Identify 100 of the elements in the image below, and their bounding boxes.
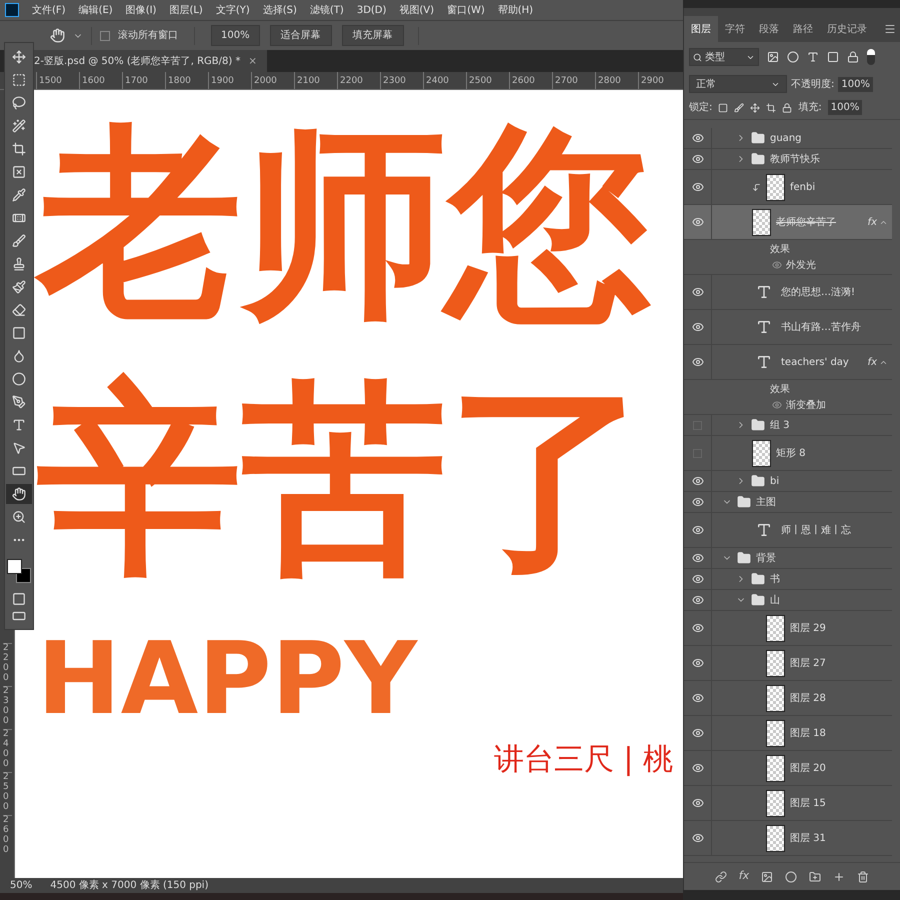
ruler-label: 2100: [294, 72, 337, 89]
zoom-field[interactable]: 100%: [211, 25, 260, 46]
layer-name: 图层 28: [790, 692, 826, 706]
layer-row[interactable]: 教师节快乐: [684, 149, 892, 170]
layer-name: 图层 15: [790, 796, 826, 810]
layer-row[interactable]: 图层 31: [684, 821, 892, 856]
effect-name[interactable]: 外发光: [786, 258, 816, 272]
layer-row[interactable]: 书山有路…苦作舟: [684, 310, 892, 345]
layer-name: 矩形 8: [776, 446, 806, 460]
ruler-label: 2000: [251, 72, 294, 89]
menu-item[interactable]: 帮助(H): [498, 2, 534, 18]
checkbox-label: 滚动所有窗口: [118, 28, 178, 43]
close-tab[interactable]: ×: [248, 54, 257, 68]
layer-name: 师丨恩丨难丨忘: [781, 524, 851, 538]
layer-row[interactable]: bi: [684, 471, 892, 492]
effects-label: 效果: [770, 242, 791, 256]
lock-label: 锁定:: [689, 100, 712, 115]
ruler-label: 2800: [595, 72, 638, 89]
layer-name: guang: [770, 132, 802, 146]
layer-row[interactable]: guang: [684, 128, 892, 149]
layer-name: 主图: [756, 496, 776, 510]
panel-tab[interactable]: 图层: [684, 16, 718, 42]
ruler-label: 1700: [122, 72, 165, 89]
menu-item[interactable]: 文字(Y): [216, 2, 250, 18]
panel-tab[interactable]: 段落: [752, 16, 786, 42]
layer-name: 图层 27: [790, 656, 826, 670]
ruler-label: 2600: [3, 815, 12, 858]
layer-row[interactable]: 背景: [684, 548, 892, 569]
layer-row[interactable]: fenbi: [684, 170, 892, 205]
layer-row[interactable]: 图层 18: [684, 716, 892, 751]
menu-item[interactable]: 文件(F): [32, 2, 66, 18]
menu-item[interactable]: 选择(S): [262, 2, 297, 18]
layer-name: 组 3: [770, 418, 790, 432]
layer-name: 背景: [756, 552, 776, 566]
layer-row[interactable]: 矩形 8: [684, 436, 892, 471]
layer-row[interactable]: teachers' day fx: [684, 345, 892, 380]
menu-item[interactable]: 视图(V): [399, 2, 434, 18]
layer-row[interactable]: 图层 27: [684, 646, 892, 681]
layer-name: 教师节快乐: [770, 152, 820, 166]
layer-row[interactable]: 山: [684, 590, 892, 611]
layer-row[interactable]: 书: [684, 569, 892, 590]
fit-button[interactable]: 适合屏幕: [270, 25, 332, 46]
layer-name: 您的思想…涟漪!: [781, 286, 856, 300]
panel-tab[interactable]: 路径: [786, 16, 820, 42]
fill-label: 填充:: [798, 100, 822, 115]
menu-item[interactable]: 3D(D): [356, 2, 386, 18]
layer-row[interactable]: 师丨恩丨难丨忘: [684, 513, 892, 548]
document-title: 2-竖版.psd @ 50% (老师您辛苦了, RGB/8) *: [34, 54, 240, 68]
menu-item[interactable]: 图层(L): [169, 2, 203, 18]
layer-row[interactable]: 您的思想…涟漪!: [684, 275, 892, 310]
ruler-label: 1800: [165, 72, 208, 89]
ruler-label: 2600: [509, 72, 552, 89]
layer-name: 图层 29: [790, 622, 826, 636]
panel-tab[interactable]: 字符: [718, 16, 752, 42]
layer-row[interactable]: 图层 28: [684, 681, 892, 716]
menu-item[interactable]: 编辑(E): [78, 2, 113, 18]
zoom-level[interactable]: 50%: [10, 878, 32, 893]
layer-name: teachers' day: [781, 356, 849, 370]
effects-label: 效果: [770, 382, 791, 396]
fx-badge[interactable]: fx: [868, 214, 877, 230]
layer-row[interactable]: 图层 15: [684, 786, 892, 821]
fx-icon[interactable]: fx: [738, 868, 750, 885]
layer-name: 图层 20: [790, 762, 826, 776]
fx-badge[interactable]: fx: [868, 354, 877, 370]
artwork-heading: HAPPY: [37, 618, 418, 738]
ruler-label: 2900: [638, 72, 681, 89]
layer-name: bi: [770, 474, 780, 488]
layer-row[interactable]: 组 3: [684, 415, 892, 436]
layer-name: 图层 18: [790, 726, 826, 740]
ruler-label: 2500: [466, 72, 509, 89]
layer-name: 书山有路…苦作舟: [781, 320, 861, 334]
ruler-label: 1600: [79, 72, 122, 89]
opacity-field[interactable]: 100%: [838, 76, 873, 92]
ruler-label: 2200: [337, 72, 380, 89]
menu-item[interactable]: 滤镜(T): [310, 2, 344, 18]
layer-row[interactable]: 图层 29: [684, 611, 892, 646]
layer-row[interactable]: 老师您辛苦了 fx: [684, 205, 892, 240]
ruler-label: 2300: [380, 72, 423, 89]
effect-name[interactable]: 渐变叠加: [786, 398, 826, 412]
layer-name: 书: [770, 572, 780, 586]
layer-name: 图层 31: [790, 832, 826, 846]
panel-tab[interactable]: 历史记录: [820, 16, 874, 42]
blend-mode-dropdown[interactable]: 正常: [689, 75, 787, 93]
layer-row[interactable]: 图层 20: [684, 751, 892, 786]
document-tab[interactable]: 2-竖版.psd @ 50% (老师您辛苦了, RGB/8) * ×: [34, 50, 267, 72]
ruler-label: 2200: [3, 643, 12, 686]
fill-field[interactable]: 100%: [828, 100, 862, 115]
menu-item[interactable]: 图像(I): [126, 2, 156, 18]
fit-button[interactable]: 填充屏幕: [342, 25, 404, 46]
filter-dropdown[interactable]: 类型: [689, 48, 759, 66]
artwork-subtitle: 讲台三尺 | 桃: [494, 742, 673, 776]
menu-item[interactable]: 窗口(W): [447, 2, 485, 18]
layer-name: 老师您辛苦了: [776, 216, 836, 230]
ruler-label: 1900: [208, 72, 251, 89]
ruler-label: 2500: [3, 772, 12, 815]
layer-row[interactable]: 主图: [684, 492, 892, 513]
artwork-title: 辛苦了: [37, 360, 652, 602]
layer-name: fenbi: [790, 180, 816, 194]
opacity-label: 不透明度:: [791, 78, 834, 92]
document-size: 4500 像素 x 7000 像素 (150 ppi): [50, 878, 208, 893]
